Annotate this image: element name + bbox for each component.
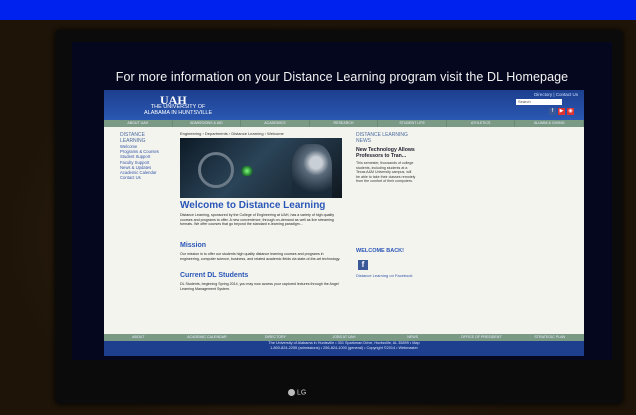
- banner-text: For more information on your Distance Le…: [115, 70, 569, 84]
- social-icons: f ▶ ◉: [549, 108, 574, 115]
- left-sidebar: DISTANCE LEARNING Welcome Programs & Cour…: [120, 132, 168, 180]
- tv-screen: For more information on your Distance Le…: [72, 42, 612, 360]
- rss-icon[interactable]: ◉: [567, 108, 574, 115]
- sidebar-title: DISTANCE LEARNING: [120, 132, 146, 144]
- facebook-link[interactable]: Distance Learning on Facebook: [356, 273, 412, 278]
- uah-wordmark: THE UNIVERSITY OF ALABAMA IN HUNTSVILLE: [144, 104, 213, 116]
- site-header: UAH THE UNIVERSITY OF ALABAMA IN HUNTSVI…: [104, 90, 584, 120]
- footer-nav-item-0[interactable]: ABOUT: [104, 334, 173, 341]
- lg-logo-icon: [288, 389, 295, 396]
- news-headline[interactable]: New Technology Allows Professors to Tran…: [356, 147, 416, 159]
- intro-text: Distance Learning, sponsored by the Coll…: [180, 213, 335, 227]
- header-links[interactable]: Directory | Contact Us: [534, 92, 578, 97]
- researcher: [292, 144, 332, 198]
- news-title: DISTANCE LEARNING NEWS: [356, 132, 408, 144]
- news-body: This semester, thousands of college stud…: [356, 161, 416, 184]
- lab-equipment: [198, 152, 234, 188]
- tv-brand-logo: LG: [288, 389, 306, 396]
- page-title: Welcome to Distance Learning: [180, 200, 326, 211]
- youtube-icon[interactable]: ▶: [558, 108, 565, 115]
- footer-nav: ABOUT ACADEMIC CALENDAR DIRECTORY JOBS AT U…: [104, 334, 584, 341]
- footer-nav-item-2[interactable]: DIRECTORY: [241, 334, 310, 341]
- footer-nav-item-4[interactable]: NEWS: [378, 334, 447, 341]
- facebook-icon[interactable]: f: [358, 260, 368, 270]
- footer-nav-item-1[interactable]: ACADEMIC CALENDAR: [173, 334, 242, 341]
- nav-item-4[interactable]: STUDENT LIFE: [378, 120, 447, 127]
- footer-nav-item-5[interactable]: OFFICE OF PRESIDENT: [447, 334, 516, 341]
- welcome-back: WELCOME BACK!: [356, 248, 404, 254]
- facebook-icon[interactable]: f: [549, 108, 556, 115]
- nav-item-6[interactable]: ALUMNI & GIVING: [515, 120, 584, 127]
- nav-item-0[interactable]: ABOUT UAH: [104, 120, 173, 127]
- current-students-text: DL Students, beginning Spring 2014, you …: [180, 282, 339, 291]
- photo: { "banner": "For more information on you…: [0, 0, 636, 415]
- nav-item-1[interactable]: ADMISSIONS & AID: [173, 120, 242, 127]
- website: UAH THE UNIVERSITY OF ALABAMA IN HUNTSVI…: [104, 90, 584, 356]
- search-input[interactable]: Search: [516, 99, 562, 105]
- main-nav: ABOUT UAH ADMISSIONS & AID ACADEMICS RESEAR…: [104, 120, 584, 127]
- breadcrumb[interactable]: Engineering › Departments › Distance Lea…: [180, 131, 284, 136]
- nav-item-3[interactable]: RESEARCH: [310, 120, 379, 127]
- hero-image: [180, 138, 342, 198]
- footer-nav-item-6[interactable]: STRATEGIC PLAN: [515, 334, 584, 341]
- current-students-heading: Current DL Students: [180, 272, 249, 279]
- nav-item-2[interactable]: ACADEMICS: [241, 120, 310, 127]
- laser-glow: [240, 166, 254, 176]
- footer: The University of Alabama in Huntsville …: [104, 341, 584, 356]
- footer-nav-item-3[interactable]: JOBS AT UAH: [310, 334, 379, 341]
- sidebar-item-6[interactable]: Contact Us: [120, 175, 168, 180]
- nav-item-5[interactable]: ATHLETICS: [447, 120, 516, 127]
- mission-text: Our mission is to offer our students hig…: [180, 252, 341, 261]
- mission-heading: Mission: [180, 242, 207, 249]
- news-sidebar: DISTANCE LEARNING NEWS New Technology Al…: [356, 132, 416, 184]
